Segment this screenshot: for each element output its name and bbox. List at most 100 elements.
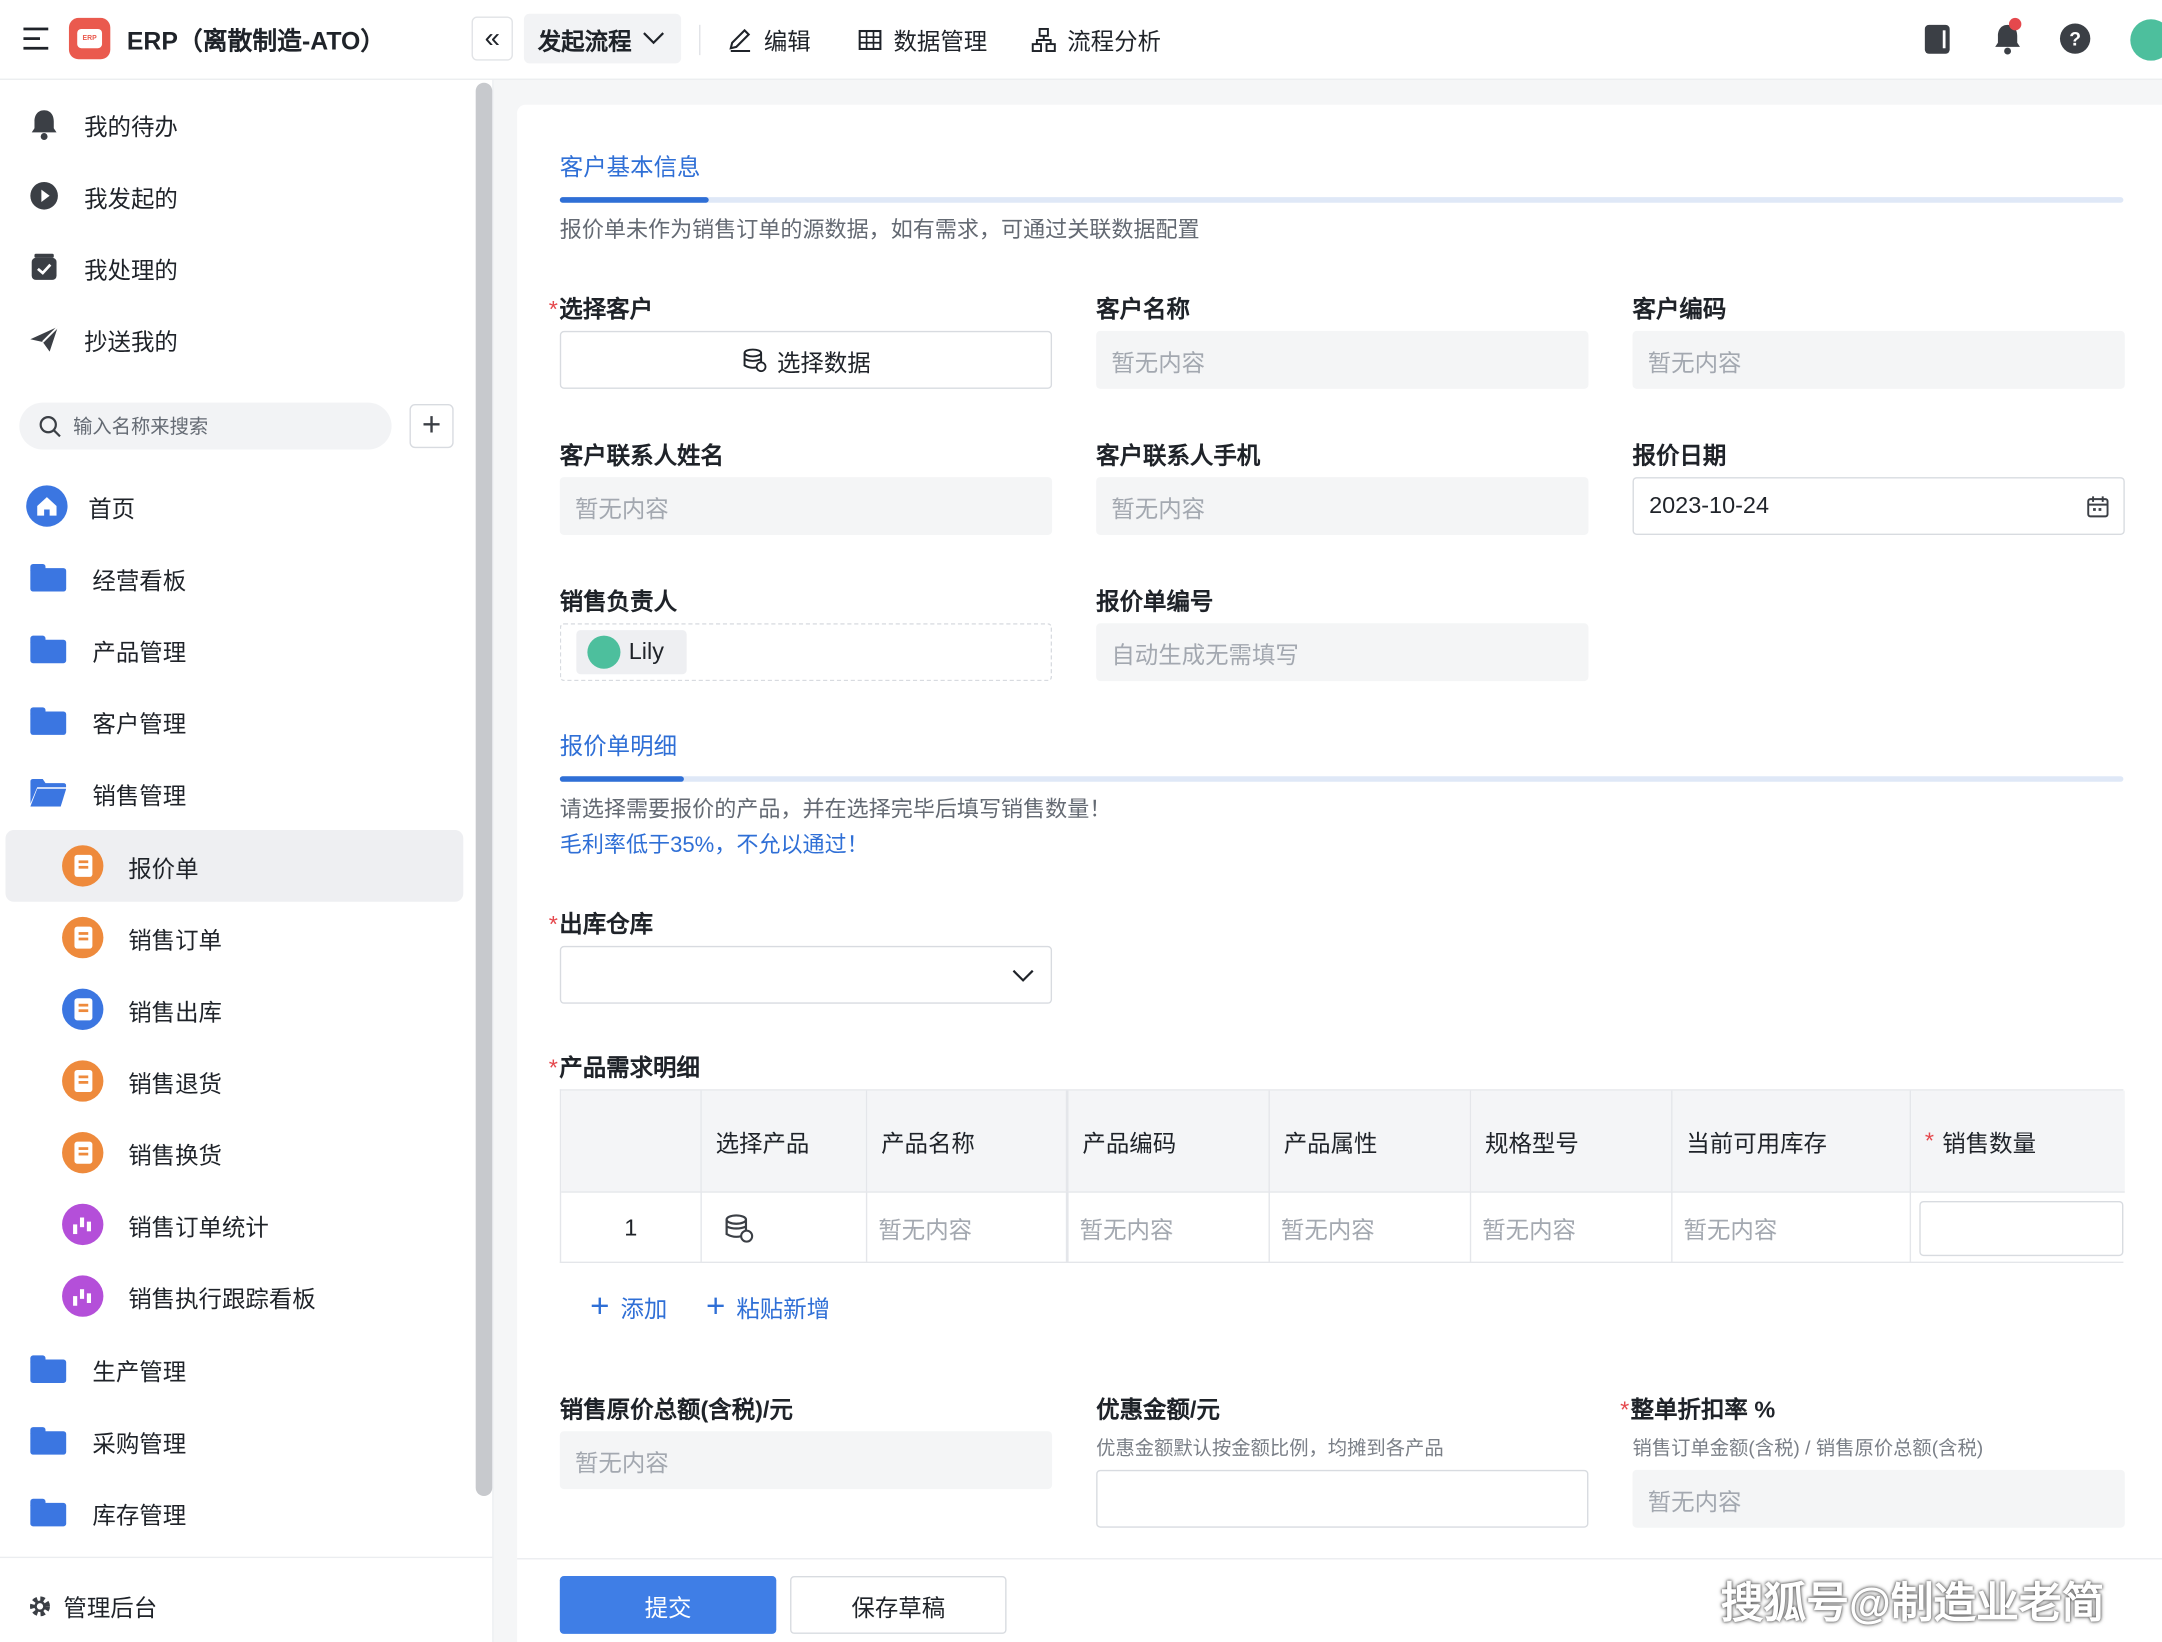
table-header: 规格型号 bbox=[1471, 1090, 1673, 1192]
watermark-text: 搜狐号@制造业老简 bbox=[1720, 1578, 2105, 1628]
contact-name-field: 暂无内容 bbox=[559, 477, 1053, 535]
warehouse-label: *出库仓库 bbox=[548, 911, 654, 938]
sidebar-item-sales-order[interactable]: 销售订单 bbox=[0, 902, 463, 974]
database-icon[interactable] bbox=[724, 1213, 754, 1243]
sidebar-item-products[interactable]: 产品管理 bbox=[0, 614, 463, 686]
edit-button[interactable]: 编辑 bbox=[728, 22, 811, 56]
contact-phone-label: 客户联系人手机 bbox=[1096, 442, 1261, 469]
table-header-index bbox=[561, 1090, 702, 1192]
user-avatar[interactable] bbox=[2130, 19, 2162, 61]
save-draft-button[interactable]: 保存草稿 bbox=[790, 1576, 1007, 1634]
app-logo: ERP bbox=[68, 17, 111, 60]
data-management-button[interactable]: 数据管理 bbox=[858, 22, 987, 56]
chevron-down-icon bbox=[1012, 969, 1034, 982]
sidebar-item-label: 我的待办 bbox=[84, 113, 178, 140]
select-product-cell[interactable] bbox=[701, 1191, 868, 1264]
select-customer-button[interactable]: 选择数据 bbox=[559, 330, 1053, 389]
pencil-icon bbox=[729, 28, 751, 52]
calendar-icon[interactable] bbox=[2086, 495, 2109, 518]
flowchart-icon bbox=[1031, 27, 1056, 52]
sidebar-item-my-todo[interactable]: 我的待办 bbox=[0, 88, 463, 160]
logo-text: ERP bbox=[82, 34, 97, 43]
quote-date-value: 2023-10-24 bbox=[1649, 492, 1769, 519]
folder-icon bbox=[30, 707, 67, 735]
top-bar: ERP ERP（离散制造-ATO） « 发起流程 编辑 数据管理 流程分析 ? bbox=[0, 0, 2162, 80]
select-customer-label: *选择客户 bbox=[548, 296, 654, 323]
sidebar-item-cc[interactable]: 抄送我的 bbox=[0, 303, 463, 375]
sales-qty-input[interactable] bbox=[1919, 1200, 2124, 1256]
discount-amount-input[interactable] bbox=[1096, 1469, 1589, 1528]
sidebar-search-input[interactable]: 输入名称来搜索 bbox=[19, 402, 392, 450]
add-item-button[interactable]: + bbox=[409, 403, 454, 449]
contact-phone-field: 暂无内容 bbox=[1096, 477, 1589, 535]
sidebar-item-sales[interactable]: 销售管理 bbox=[0, 757, 463, 829]
table-cell: 暂无内容 bbox=[1471, 1191, 1673, 1264]
divider bbox=[0, 1556, 493, 1559]
sidebar-item-sales-return[interactable]: 销售退货 bbox=[0, 1045, 463, 1117]
table-header: 产品名称 bbox=[867, 1090, 1069, 1192]
sidebar-item-label: 销售退货 bbox=[128, 1070, 222, 1097]
quote-date-input[interactable]: 2023-10-24 bbox=[1632, 477, 2125, 535]
sales-owner-field[interactable]: Lily bbox=[559, 623, 1053, 682]
add-row-button[interactable]: + 添加 bbox=[590, 1289, 667, 1323]
search-placeholder: 输入名称来搜索 bbox=[73, 415, 209, 438]
sidebar-scrollbar[interactable] bbox=[475, 82, 493, 1497]
divider bbox=[699, 24, 701, 56]
flow-analysis-button[interactable]: 流程分析 bbox=[1031, 22, 1161, 56]
sidebar-item-sales-outbound[interactable]: 销售出库 bbox=[0, 973, 463, 1045]
table-cell: 暂无内容 bbox=[867, 1191, 1069, 1264]
sidebar-item-dashboard[interactable]: 经营看板 bbox=[0, 542, 463, 614]
admin-console-link[interactable]: 管理后台 bbox=[28, 1588, 157, 1622]
collapse-sidebar-button[interactable]: « bbox=[471, 16, 513, 61]
notification-bell-icon[interactable] bbox=[1992, 17, 2022, 55]
notification-dot bbox=[2008, 17, 2022, 31]
discount-rate-hint: 销售订单金额(含税) / 销售原价总额(含税) bbox=[1632, 1436, 1984, 1459]
paste-add-label: 粘贴新增 bbox=[736, 1296, 831, 1323]
table-cell-qty bbox=[1911, 1191, 2125, 1263]
sidebar: 我的待办 我发起的 我处理的 抄送我的 输入名称来搜索 + 首页 经营看板 产品… bbox=[0, 79, 494, 1642]
notebook-icon[interactable] bbox=[1924, 24, 1950, 54]
paste-add-button[interactable]: + 粘贴新增 bbox=[706, 1289, 830, 1323]
sidebar-item-tracking-board[interactable]: 销售执行跟踪看板 bbox=[0, 1260, 463, 1332]
sidebar-item-handled[interactable]: 我处理的 bbox=[0, 232, 463, 304]
sidebar-item-sales-exchange[interactable]: 销售换货 bbox=[0, 1117, 463, 1189]
select-customer-button-label: 选择数据 bbox=[776, 349, 871, 376]
avatar bbox=[587, 635, 621, 669]
warehouse-select[interactable] bbox=[559, 945, 1053, 1004]
sidebar-item-label: 我发起的 bbox=[84, 185, 178, 212]
doc-icon bbox=[62, 1132, 104, 1174]
folder-icon bbox=[30, 1427, 67, 1455]
section-title-details: 报价单明细 bbox=[559, 733, 678, 760]
section-title-customer: 客户基本信息 bbox=[559, 154, 701, 181]
sidebar-item-order-stats[interactable]: 销售订单统计 bbox=[0, 1189, 463, 1261]
sidebar-item-label: 生产管理 bbox=[92, 1358, 187, 1386]
sidebar-item-production[interactable]: 生产管理 bbox=[0, 1333, 463, 1405]
sidebar-item-home[interactable]: 首页 bbox=[0, 470, 463, 542]
details-label: *产品需求明细 bbox=[548, 1054, 700, 1082]
section-note: 请选择需要报价的产品，并在选择完毕后填写销售数量！ bbox=[559, 798, 1112, 822]
user-chip[interactable]: Lily bbox=[576, 630, 687, 675]
table-header: 产品编码 bbox=[1068, 1090, 1270, 1192]
help-icon[interactable]: ? bbox=[2059, 23, 2091, 54]
product-table: 选择产品 产品名称 产品编码 产品属性 规格型号 当前可用库存 * 销售数量 1 … bbox=[559, 1089, 2125, 1264]
plus-icon: + bbox=[705, 1287, 726, 1325]
doc-icon bbox=[62, 845, 104, 887]
search-icon bbox=[39, 415, 61, 437]
footer-divider bbox=[517, 1558, 2162, 1560]
menu-icon[interactable] bbox=[23, 26, 51, 51]
gear-icon bbox=[29, 1595, 50, 1616]
sidebar-item-label: 经营看板 bbox=[92, 567, 187, 594]
sidebar-item-label: 抄送我的 bbox=[84, 328, 178, 356]
sidebar-item-initiated[interactable]: 我发起的 bbox=[0, 160, 463, 232]
quote-no-field: 自动生成无需填写 bbox=[1096, 623, 1589, 682]
table-icon bbox=[858, 29, 882, 50]
section-underline bbox=[559, 776, 2124, 782]
sidebar-item-customers[interactable]: 客户管理 bbox=[0, 685, 463, 757]
sidebar-item-quotation[interactable]: 报价单 bbox=[5, 830, 464, 902]
doc-icon bbox=[62, 916, 104, 959]
launch-flow-dropdown[interactable]: 发起流程 bbox=[523, 13, 682, 64]
submit-button[interactable]: 提交 bbox=[559, 1576, 777, 1634]
customer-name-label: 客户名称 bbox=[1096, 296, 1190, 323]
sidebar-item-purchasing[interactable]: 采购管理 bbox=[0, 1405, 463, 1477]
sidebar-item-inventory[interactable]: 库存管理 bbox=[0, 1477, 463, 1549]
